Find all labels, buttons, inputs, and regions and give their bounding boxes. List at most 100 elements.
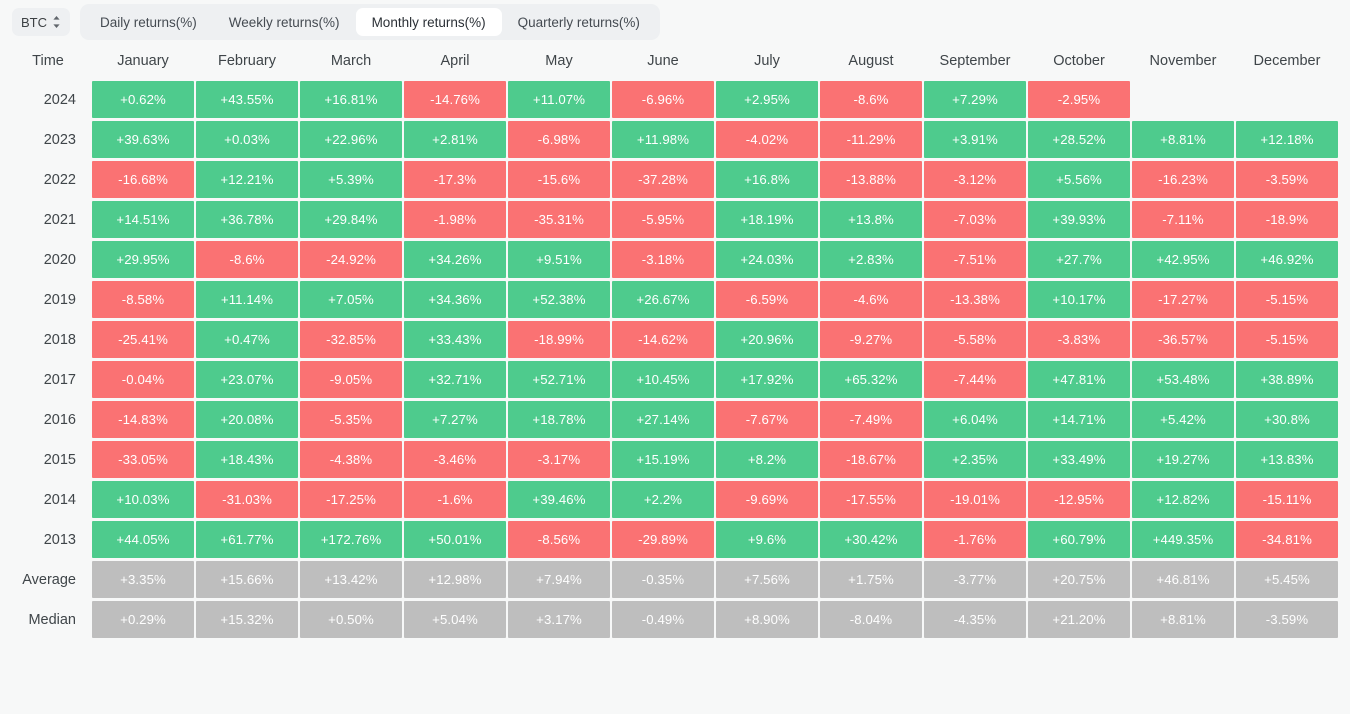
cell-2020-February[interactable]: -8.6% — [196, 241, 298, 278]
cell-2021-December[interactable]: -18.9% — [1236, 201, 1338, 238]
cell-2022-June[interactable]: -37.28% — [612, 161, 714, 198]
cell-2018-December[interactable]: -5.15% — [1236, 321, 1338, 358]
cell-2024-October[interactable]: -2.95% — [1028, 81, 1130, 118]
cell-2014-March[interactable]: -17.25% — [300, 481, 402, 518]
tab-weekly-returns[interactable]: Weekly returns(%) — [213, 8, 356, 36]
cell-2020-January[interactable]: +29.95% — [92, 241, 194, 278]
cell-2016-February[interactable]: +20.08% — [196, 401, 298, 438]
cell-2021-February[interactable]: +36.78% — [196, 201, 298, 238]
symbol-selector[interactable]: BTC — [12, 8, 70, 36]
tab-quarterly-returns[interactable]: Quarterly returns(%) — [502, 8, 656, 36]
cell-2021-September[interactable]: -7.03% — [924, 201, 1026, 238]
cell-Median-October[interactable]: +21.20% — [1028, 601, 1130, 638]
cell-2019-August[interactable]: -4.6% — [820, 281, 922, 318]
cell-2015-July[interactable]: +8.2% — [716, 441, 818, 478]
cell-Average-September[interactable]: -3.77% — [924, 561, 1026, 598]
cell-2015-November[interactable]: +19.27% — [1132, 441, 1234, 478]
cell-2023-October[interactable]: +28.52% — [1028, 121, 1130, 158]
cell-Median-January[interactable]: +0.29% — [92, 601, 194, 638]
cell-2018-February[interactable]: +0.47% — [196, 321, 298, 358]
cell-2019-December[interactable]: -5.15% — [1236, 281, 1338, 318]
cell-2016-October[interactable]: +14.71% — [1028, 401, 1130, 438]
cell-Average-April[interactable]: +12.98% — [404, 561, 506, 598]
cell-2017-October[interactable]: +47.81% — [1028, 361, 1130, 398]
cell-Average-December[interactable]: +5.45% — [1236, 561, 1338, 598]
cell-2015-June[interactable]: +15.19% — [612, 441, 714, 478]
cell-2014-September[interactable]: -19.01% — [924, 481, 1026, 518]
tab-monthly-returns[interactable]: Monthly returns(%) — [355, 8, 502, 36]
cell-2019-March[interactable]: +7.05% — [300, 281, 402, 318]
cell-Median-December[interactable]: -3.59% — [1236, 601, 1338, 638]
cell-2017-May[interactable]: +52.71% — [508, 361, 610, 398]
cell-2013-October[interactable]: +60.79% — [1028, 521, 1130, 558]
cell-2020-December[interactable]: +46.92% — [1236, 241, 1338, 278]
cell-2021-June[interactable]: -5.95% — [612, 201, 714, 238]
cell-2014-February[interactable]: -31.03% — [196, 481, 298, 518]
cell-2022-March[interactable]: +5.39% — [300, 161, 402, 198]
cell-2021-April[interactable]: -1.98% — [404, 201, 506, 238]
cell-2013-August[interactable]: +30.42% — [820, 521, 922, 558]
cell-Median-March[interactable]: +0.50% — [300, 601, 402, 638]
cell-2024-August[interactable]: -8.6% — [820, 81, 922, 118]
cell-2013-May[interactable]: -8.56% — [508, 521, 610, 558]
cell-2013-March[interactable]: +172.76% — [300, 521, 402, 558]
cell-2016-June[interactable]: +27.14% — [612, 401, 714, 438]
cell-2019-June[interactable]: +26.67% — [612, 281, 714, 318]
cell-2024-January[interactable]: +0.62% — [92, 81, 194, 118]
cell-2018-March[interactable]: -32.85% — [300, 321, 402, 358]
cell-2017-November[interactable]: +53.48% — [1132, 361, 1234, 398]
cell-2023-November[interactable]: +8.81% — [1132, 121, 1234, 158]
cell-2024-March[interactable]: +16.81% — [300, 81, 402, 118]
cell-2023-February[interactable]: +0.03% — [196, 121, 298, 158]
cell-2015-January[interactable]: -33.05% — [92, 441, 194, 478]
cell-Average-January[interactable]: +3.35% — [92, 561, 194, 598]
cell-2023-August[interactable]: -11.29% — [820, 121, 922, 158]
cell-2021-October[interactable]: +39.93% — [1028, 201, 1130, 238]
cell-2020-October[interactable]: +27.7% — [1028, 241, 1130, 278]
cell-2015-March[interactable]: -4.38% — [300, 441, 402, 478]
cell-2016-March[interactable]: -5.35% — [300, 401, 402, 438]
cell-2020-March[interactable]: -24.92% — [300, 241, 402, 278]
cell-2023-September[interactable]: +3.91% — [924, 121, 1026, 158]
cell-2022-September[interactable]: -3.12% — [924, 161, 1026, 198]
cell-2021-August[interactable]: +13.8% — [820, 201, 922, 238]
cell-2014-April[interactable]: -1.6% — [404, 481, 506, 518]
cell-2022-December[interactable]: -3.59% — [1236, 161, 1338, 198]
cell-2015-October[interactable]: +33.49% — [1028, 441, 1130, 478]
cell-2022-July[interactable]: +16.8% — [716, 161, 818, 198]
cell-2018-May[interactable]: -18.99% — [508, 321, 610, 358]
cell-2023-May[interactable]: -6.98% — [508, 121, 610, 158]
cell-Median-July[interactable]: +8.90% — [716, 601, 818, 638]
cell-2015-April[interactable]: -3.46% — [404, 441, 506, 478]
cell-Median-August[interactable]: -8.04% — [820, 601, 922, 638]
cell-2016-September[interactable]: +6.04% — [924, 401, 1026, 438]
cell-2018-September[interactable]: -5.58% — [924, 321, 1026, 358]
cell-2020-June[interactable]: -3.18% — [612, 241, 714, 278]
cell-2020-April[interactable]: +34.26% — [404, 241, 506, 278]
cell-2016-April[interactable]: +7.27% — [404, 401, 506, 438]
cell-2021-January[interactable]: +14.51% — [92, 201, 194, 238]
cell-2021-March[interactable]: +29.84% — [300, 201, 402, 238]
cell-2017-February[interactable]: +23.07% — [196, 361, 298, 398]
cell-2022-February[interactable]: +12.21% — [196, 161, 298, 198]
cell-2015-February[interactable]: +18.43% — [196, 441, 298, 478]
cell-Median-November[interactable]: +8.81% — [1132, 601, 1234, 638]
cell-2014-January[interactable]: +10.03% — [92, 481, 194, 518]
cell-2019-July[interactable]: -6.59% — [716, 281, 818, 318]
cell-Median-May[interactable]: +3.17% — [508, 601, 610, 638]
cell-2014-October[interactable]: -12.95% — [1028, 481, 1130, 518]
cell-Median-September[interactable]: -4.35% — [924, 601, 1026, 638]
cell-2015-December[interactable]: +13.83% — [1236, 441, 1338, 478]
cell-2020-May[interactable]: +9.51% — [508, 241, 610, 278]
cell-2014-May[interactable]: +39.46% — [508, 481, 610, 518]
cell-Average-July[interactable]: +7.56% — [716, 561, 818, 598]
cell-2018-April[interactable]: +33.43% — [404, 321, 506, 358]
cell-2020-August[interactable]: +2.83% — [820, 241, 922, 278]
cell-2023-June[interactable]: +11.98% — [612, 121, 714, 158]
cell-2017-January[interactable]: -0.04% — [92, 361, 194, 398]
cell-2015-May[interactable]: -3.17% — [508, 441, 610, 478]
cell-2016-August[interactable]: -7.49% — [820, 401, 922, 438]
cell-2022-April[interactable]: -17.3% — [404, 161, 506, 198]
cell-2022-May[interactable]: -15.6% — [508, 161, 610, 198]
cell-2016-May[interactable]: +18.78% — [508, 401, 610, 438]
